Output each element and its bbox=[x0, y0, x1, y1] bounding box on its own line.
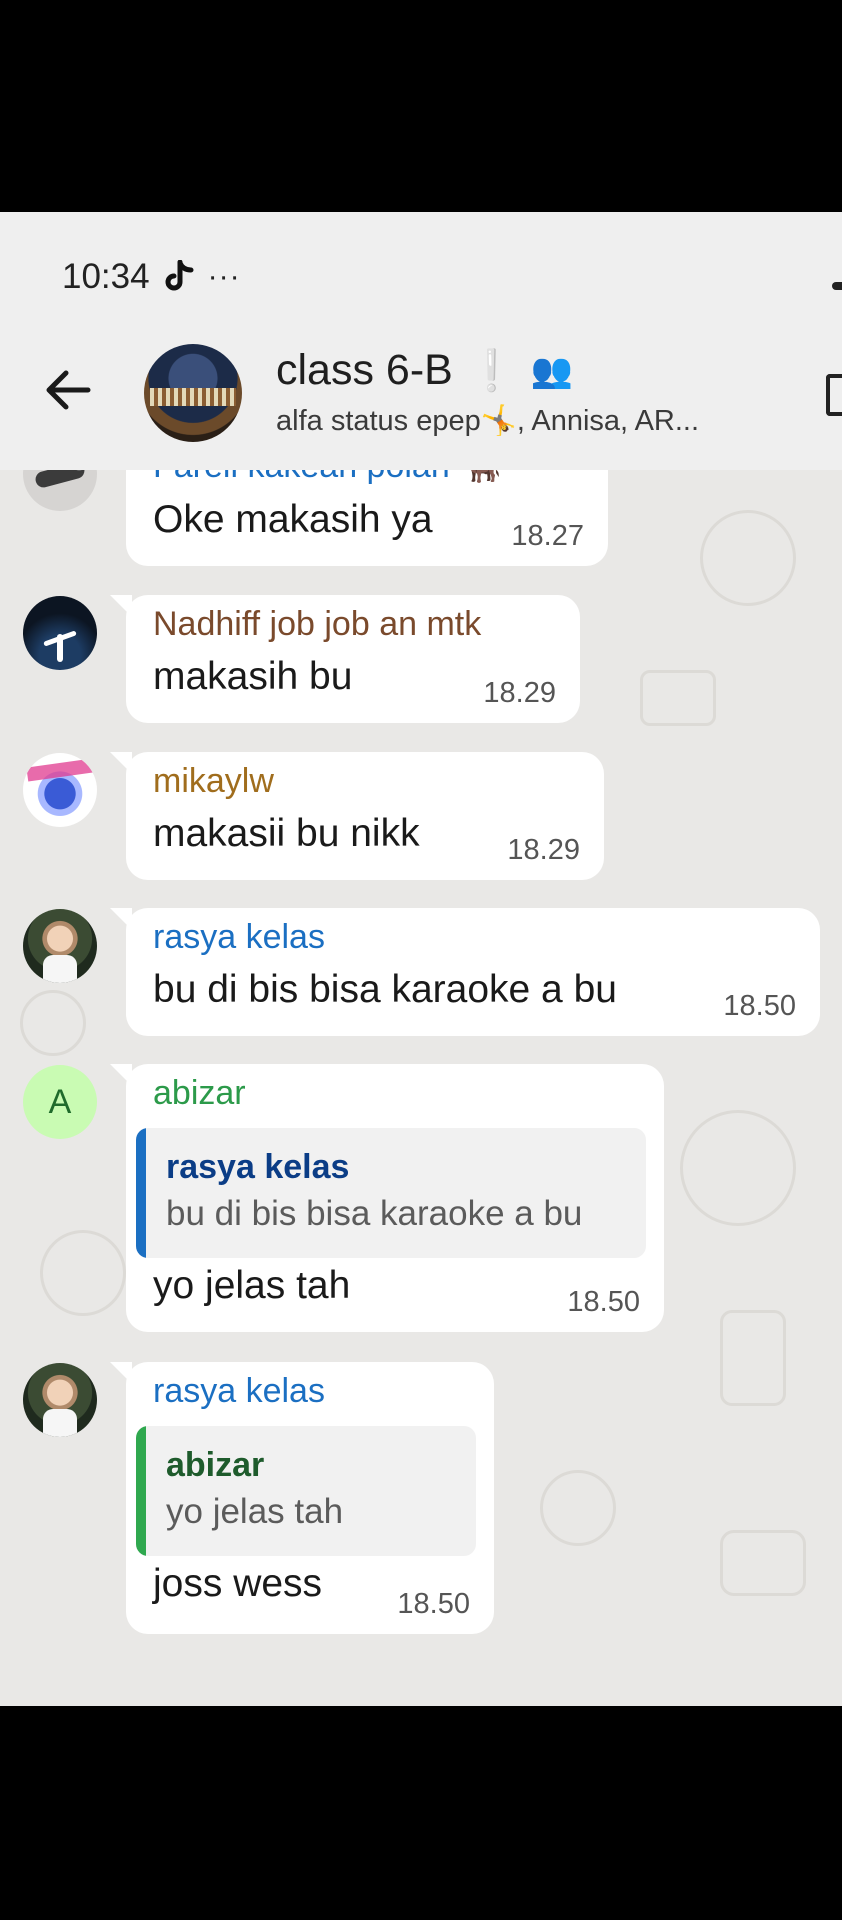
sender-avatar[interactable] bbox=[23, 753, 97, 827]
quoted-sender: rasya kelas bbox=[166, 1148, 350, 1186]
message-bubble[interactable]: mikaylw makasii bu nikk 18.29 bbox=[110, 752, 604, 880]
sender-name[interactable]: rasya kelas bbox=[153, 1372, 325, 1411]
quoted-text: yo jelas tah bbox=[166, 1492, 344, 1531]
message-text: makasih bu bbox=[153, 655, 353, 698]
message-bubble[interactable]: Farell kakean polah 🐂 Oke makasih ya 18.… bbox=[126, 470, 608, 566]
quote-bar bbox=[136, 1128, 146, 1258]
group-avatar[interactable] bbox=[144, 344, 242, 442]
tiktok-icon bbox=[165, 260, 194, 291]
quoted-text: bu di bis bisa karaoke a bu bbox=[166, 1194, 583, 1233]
sender-name[interactable]: rasya kelas bbox=[153, 918, 325, 957]
message-text: yo jelas tah bbox=[153, 1264, 351, 1307]
group-members[interactable]: alfa status epep🤸, Annisa, AR... bbox=[276, 404, 699, 438]
notification-overflow-icon: ··· bbox=[207, 260, 241, 293]
sender-name[interactable]: Nadhiff job job an mtk bbox=[153, 605, 481, 644]
message-time: 18.50 bbox=[397, 1588, 470, 1620]
sender-avatar[interactable]: A bbox=[23, 1065, 97, 1139]
message-list[interactable]: Farell kakean polah 🐂 Oke makasih ya 18.… bbox=[0, 470, 842, 1706]
sender-avatar[interactable] bbox=[23, 1363, 97, 1437]
back-arrow-icon[interactable] bbox=[40, 362, 96, 418]
message-time: 18.50 bbox=[567, 1286, 640, 1318]
sender-name[interactable]: abizar bbox=[153, 1074, 246, 1113]
group-name: class 6-B bbox=[276, 346, 453, 394]
sender-avatar[interactable] bbox=[23, 470, 97, 511]
exclamation-icon: ❕ bbox=[466, 349, 517, 393]
message-bubble[interactable]: Nadhiff job job an mtk makasih bu 18.29 bbox=[110, 595, 580, 723]
status-bar: 10:34 ··· bbox=[62, 252, 241, 302]
signal-icon bbox=[832, 282, 842, 290]
people-icon: 👥 bbox=[530, 351, 573, 390]
message-time: 18.27 bbox=[511, 520, 584, 552]
sender-name[interactable]: mikaylw bbox=[153, 762, 274, 801]
quoted-message[interactable]: rasya kelas bu di bis bisa karaoke a bu bbox=[136, 1128, 646, 1258]
sender-avatar[interactable] bbox=[23, 596, 97, 670]
header-bar: 10:34 ··· class 6-B ❕ 👥 alfa status epep… bbox=[0, 212, 842, 470]
status-time: 10:34 bbox=[62, 257, 150, 296]
message-time: 18.29 bbox=[483, 677, 556, 709]
message-text: joss wess bbox=[153, 1562, 323, 1605]
quoted-message[interactable]: abizar yo jelas tah bbox=[136, 1426, 476, 1556]
message-text: makasii bu nikk bbox=[153, 812, 420, 855]
message-bubble[interactable]: rasya kelas abizar yo jelas tah joss wes… bbox=[110, 1362, 494, 1634]
quote-bar bbox=[136, 1426, 146, 1556]
chat-screen: 10:34 ··· class 6-B ❕ 👥 alfa status epep… bbox=[0, 212, 842, 1706]
message-bubble[interactable]: abizar rasya kelas bu di bis bisa karaok… bbox=[110, 1064, 664, 1332]
message-time: 18.50 bbox=[723, 990, 796, 1022]
video-call-icon[interactable] bbox=[826, 374, 842, 416]
sender-avatar[interactable] bbox=[23, 909, 97, 983]
message-text: bu di bis bisa karaoke a bu bbox=[153, 968, 617, 1011]
quoted-sender: abizar bbox=[166, 1446, 265, 1484]
message-text: Oke makasih ya bbox=[153, 498, 433, 541]
sender-name[interactable]: Farell kakean polah 🐂 bbox=[153, 470, 502, 486]
message-bubble[interactable]: rasya kelas bu di bis bisa karaoke a bu … bbox=[110, 908, 820, 1036]
group-title[interactable]: class 6-B ❕ 👥 bbox=[276, 346, 573, 395]
message-time: 18.29 bbox=[507, 834, 580, 866]
